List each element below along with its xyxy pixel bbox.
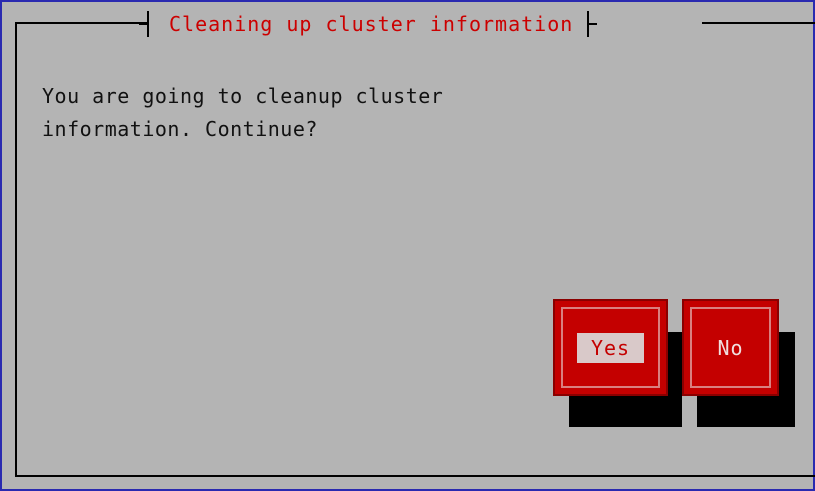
yes-button[interactable]: Yes	[553, 299, 668, 396]
dialog-frame-bottom	[15, 475, 815, 477]
dialog-title-bar: Cleaning up cluster information	[139, 10, 598, 38]
message-line-2: information. Continue?	[42, 117, 318, 141]
terminal-screen: Cleaning up cluster information You are …	[0, 0, 815, 491]
dialog-frame-top-right	[702, 22, 815, 24]
no-button[interactable]: No	[682, 299, 779, 396]
dialog-message: You are going to cleanup cluster informa…	[42, 80, 602, 146]
title-divider-right	[587, 11, 598, 37]
yes-button-label: Yes	[576, 332, 645, 363]
no-button-label: No	[717, 335, 744, 360]
message-line-1: You are going to cleanup cluster	[42, 84, 444, 108]
yes-button-inner: Yes	[561, 307, 660, 388]
no-button-inner: No	[690, 307, 771, 388]
title-divider-left	[139, 11, 149, 37]
dialog-frame-left	[15, 22, 17, 477]
dialog-frame-top-left	[15, 22, 147, 24]
dialog-title: Cleaning up cluster information	[169, 12, 574, 36]
